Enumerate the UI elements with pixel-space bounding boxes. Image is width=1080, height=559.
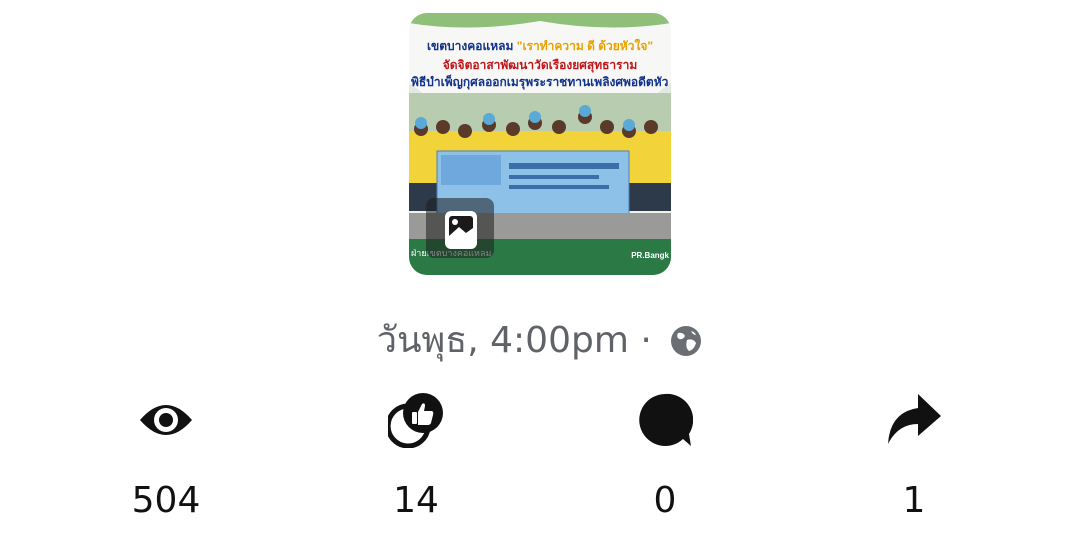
- comment-bubble-icon[interactable]: [637, 392, 693, 448]
- like-reaction-icon[interactable]: [388, 392, 444, 448]
- image-gallery-icon: [445, 211, 477, 249]
- eye-icon[interactable]: [138, 392, 194, 448]
- photo-headline-line3: พิธีบำเพ็ญกุศลออกเมรุพระราชทานเพลิงศพอดี…: [411, 75, 669, 89]
- post-stats-screen: เขตบางคอแหลม "เราทำความ ดี ด้วยหัวใจ" จั…: [0, 0, 1080, 559]
- share-arrow-icon[interactable]: [886, 392, 942, 448]
- views-count: 504: [131, 480, 201, 521]
- post-timestamp: วันพุธ, 4:00pm ·: [0, 318, 1080, 364]
- image-gallery-badge: [426, 198, 494, 258]
- photo-footer-right-text: PR.Bangk: [631, 251, 669, 260]
- reactions-count: 14: [393, 480, 439, 521]
- photo-headline-line1: เขตบางคอแหลม "เราทำความ ดี ด้วยหัวใจ": [426, 39, 654, 53]
- post-photo-thumbnail[interactable]: เขตบางคอแหลม "เราทำความ ดี ด้วยหัวใจ" จั…: [409, 13, 671, 275]
- post-timestamp-text: วันพุธ, 4:00pm ·: [376, 320, 652, 361]
- globe-icon: [671, 326, 702, 356]
- shares-count: 1: [902, 480, 926, 521]
- comments-count: 0: [653, 480, 677, 521]
